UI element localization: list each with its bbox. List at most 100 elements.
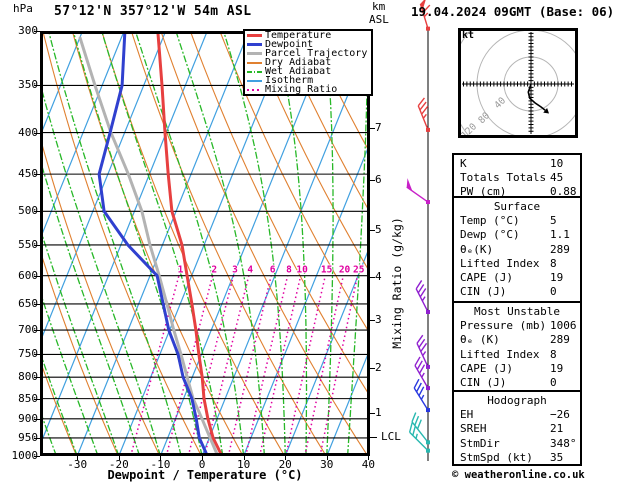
metrics-table-hodograph: Hodograph EH −26 SREH 21 StmDir 348° StmSpd (kt… (452, 390, 582, 466)
metric-label: Lifted Index (460, 256, 540, 270)
metric-label: Pressure (mb) (460, 319, 547, 333)
barb-full (408, 422, 413, 433)
metric-label: Dewp (°C) (460, 228, 520, 242)
legend-item: Mixing Ratio (245, 85, 371, 95)
mixing-ratio-value-label: 25 (353, 265, 365, 276)
metric-label: θₑ (K) (460, 333, 500, 347)
pressure-tick (34, 418, 40, 420)
barb-full (416, 360, 423, 370)
temp-tick-label: 40 (361, 458, 376, 471)
metric-value: 19 (550, 361, 564, 375)
pressure-tick (34, 244, 40, 246)
barb-station-dot (426, 127, 430, 132)
metric-value: 19 (550, 271, 564, 285)
metric-value: 10 (550, 157, 564, 170)
metric-row: θₑ(K) 289 (454, 243, 580, 257)
legend-swatch-thick (247, 52, 262, 55)
barb-half (422, 113, 427, 119)
metric-label: CIN (J) (460, 285, 507, 299)
km-tick (370, 437, 377, 439)
legend-swatch-dashdot (247, 70, 262, 73)
mixing-ratio-value-label: 10 (296, 265, 308, 276)
wet-adiabat-line (40, 80, 162, 456)
hodograph-ring-label: 40 (492, 95, 508, 111)
metric-row: K 10 (454, 157, 580, 171)
temp-tick (77, 456, 79, 460)
barb-half (420, 394, 425, 400)
temp-tick (243, 456, 245, 460)
km-tick-label: 1 (375, 405, 382, 419)
barb-full (415, 382, 422, 393)
metric-label: EH (460, 408, 474, 422)
wet-adiabat-line (40, 350, 78, 456)
legend-swatch-thick (247, 43, 262, 46)
barb-station-dot (426, 386, 430, 391)
legend-swatch-thin (247, 79, 262, 82)
barb-full (412, 425, 417, 436)
metric-row: EH −26 (454, 408, 580, 422)
barb-half (422, 351, 427, 357)
metric-value: 1.1 (550, 228, 570, 242)
pressure-tick (34, 85, 40, 87)
barb-half (415, 433, 418, 439)
temp-tick-label: -20 (108, 458, 129, 471)
temp-tick (326, 456, 328, 460)
pressure-tick (34, 377, 40, 379)
barb-station-dot (426, 448, 430, 453)
barb-half (421, 372, 425, 378)
dry-adiabat-line (40, 358, 78, 456)
pressure-tick (34, 354, 40, 356)
metric-value: −26 (550, 408, 570, 422)
km-tick-label: 5 (375, 222, 382, 236)
metric-value: 0 (550, 376, 557, 390)
mixing-ratio-value-label: 1 (178, 265, 184, 276)
metrics-table-header: Hodograph (487, 394, 547, 407)
barb-full (414, 415, 420, 426)
barb-station-dot (426, 26, 430, 31)
barb-full (418, 364, 426, 374)
pressure-tick (34, 132, 40, 134)
temp-tick (160, 456, 162, 460)
metric-label: CIN (J) (460, 376, 507, 390)
station-title: 57°12'N 357°12'W 54m ASL (54, 4, 252, 19)
mixing-ratio-value-label: 20 (339, 265, 351, 276)
metric-label: K (460, 157, 467, 170)
metrics-table-header: Most Unstable (473, 305, 561, 318)
mixing-ratio-value-label: 15 (321, 265, 333, 276)
datetime-label: 19.04.2024 09GMT (Base: 06) (411, 4, 615, 19)
metric-value: 35 (550, 450, 564, 464)
temp-tick-label: 0 (198, 458, 206, 471)
metric-label: StmSpd (kt) (460, 450, 533, 464)
mixing-ratio-value-label: 6 (270, 265, 276, 276)
barb-station-dot (426, 364, 430, 369)
metric-value: 348° (550, 436, 577, 450)
isotherm-line (40, 31, 125, 241)
metric-label: StmDir (460, 436, 500, 450)
mixing-ratio-value-label: 8 (286, 265, 292, 276)
temp-tick (285, 456, 287, 460)
km-tick-label: 6 (375, 173, 382, 187)
metrics-table-indices: K 10 Totals Totals 45 PW (cm) 0.88 (452, 153, 582, 198)
legend-swatch-thick (247, 34, 262, 37)
hodograph-unit-label: kt (462, 30, 475, 41)
km-tick-label: 7 (375, 121, 382, 135)
km-tick-label: 2 (375, 361, 382, 375)
mixing-ratio-axis-label: Mixing Ratio (g/kg) (390, 217, 404, 349)
metric-label: Lifted Index (460, 347, 540, 361)
barb-full (411, 412, 417, 423)
metric-value: 45 (550, 171, 564, 185)
metric-row: SREH 21 (454, 422, 580, 436)
km-tick-label: LCL (381, 430, 401, 444)
dry-adiabat-line (40, 135, 161, 456)
metric-label: Totals Totals (460, 171, 547, 185)
metric-row: Lifted Index 8 (454, 257, 580, 271)
temp-tick (368, 456, 370, 460)
metric-label: CAPE (J) (460, 361, 513, 375)
metric-row: Pressure (mb) 1006 (454, 319, 580, 333)
temp-tick (202, 456, 203, 460)
metric-value: 289 (550, 333, 570, 347)
km-tick-label: 4 (375, 269, 382, 283)
metric-row: Dewp (°C) 1.1 (454, 228, 580, 242)
pressure-tick (34, 456, 40, 457)
mixing-ratio-value-label: 3 (232, 265, 238, 276)
